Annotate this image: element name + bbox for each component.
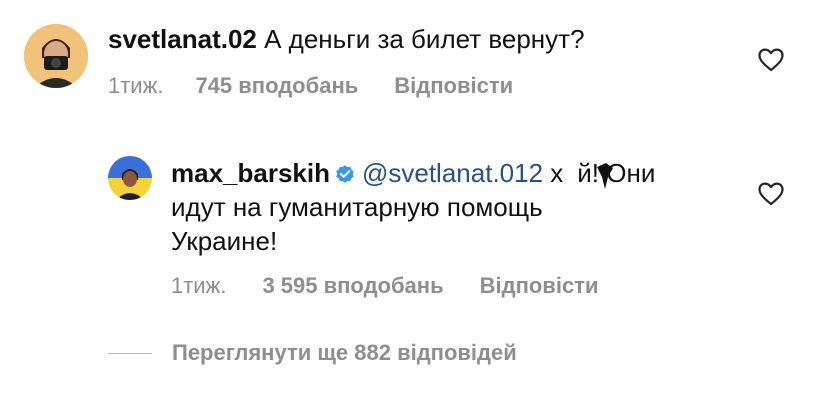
comment-text-line: идут на гуманитарную помощь xyxy=(171,192,543,222)
comment-text-line: Украине! xyxy=(171,226,278,256)
avatar[interactable] xyxy=(24,24,88,88)
comment-meta: 1тиж. 745 вподобань Відповісти xyxy=(108,73,513,99)
heart-icon xyxy=(758,48,784,72)
avatar[interactable] xyxy=(108,156,152,200)
reply-button[interactable]: Відповісти xyxy=(394,73,513,99)
person-avatar-ukraine-flag-icon xyxy=(108,156,152,200)
comment-text-start: х xyxy=(550,158,564,188)
comment-body: svetlanat.02 А деньги за билет вернут? xyxy=(108,22,585,56)
comment-text: А деньги за билет вернут? xyxy=(264,24,585,54)
comment-meta: 1тиж. 3 595 вподобань Відповісти xyxy=(171,273,598,299)
heart-icon xyxy=(758,182,784,206)
like-button[interactable] xyxy=(758,182,784,206)
comment-body: max_barskih @svetlanat.012 х й! Они идут н… xyxy=(171,156,731,258)
comment-text-end: й! Они xyxy=(577,158,656,188)
person-with-camera-avatar-icon xyxy=(24,24,88,88)
verified-badge-icon xyxy=(336,165,354,183)
like-button[interactable] xyxy=(758,48,784,72)
mention-link[interactable]: @svetlanat.012 xyxy=(362,158,543,188)
view-more-replies-button[interactable]: Переглянути ще 882 відповідей xyxy=(108,340,517,366)
comment-username[interactable]: svetlanat.02 xyxy=(108,24,257,54)
divider-line xyxy=(108,352,152,354)
comment-time[interactable]: 1тиж. xyxy=(108,73,163,99)
likes-count[interactable]: 745 вподобань xyxy=(195,73,358,99)
view-more-replies-label: Переглянути ще 882 відповідей xyxy=(172,340,517,365)
reply-button[interactable]: Відповісти xyxy=(480,273,599,299)
censor-scribble-icon xyxy=(597,163,613,189)
likes-count[interactable]: 3 595 вподобань xyxy=(262,273,443,299)
comment-username[interactable]: max_barskih xyxy=(171,158,330,188)
comment-time[interactable]: 1тиж. xyxy=(171,273,226,299)
